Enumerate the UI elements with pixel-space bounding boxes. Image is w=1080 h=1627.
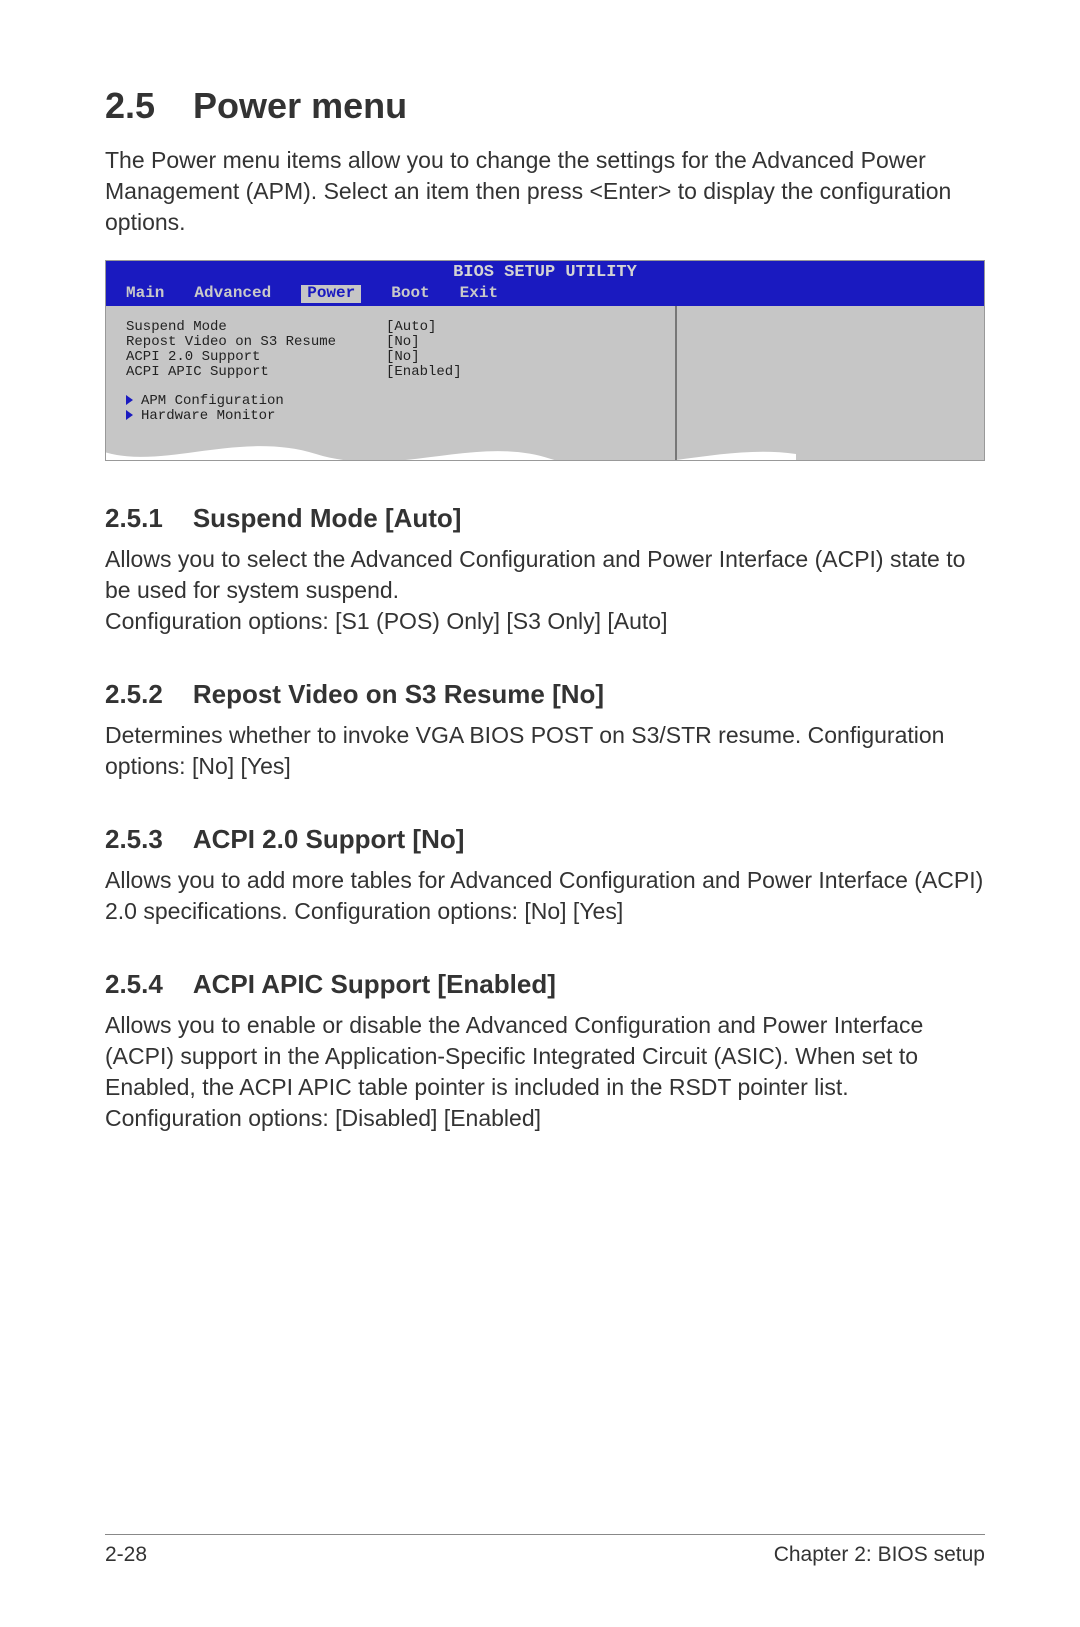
bios-tab-advanced[interactable]: Advanced [194, 285, 271, 303]
subsection-number: 2.5.1 [105, 503, 163, 534]
bios-row-label: ACPI 2.0 Support [126, 350, 386, 365]
subsection-body: Allows you to select the Advanced Config… [105, 544, 985, 637]
bios-tab-bar: Main Advanced Power Boot Exit [106, 281, 984, 306]
triangle-right-icon [126, 395, 133, 405]
bios-screenshot: BIOS SETUP UTILITY Main Advanced Power B… [105, 260, 985, 461]
triangle-right-icon [126, 410, 133, 420]
bios-row-label: Repost Video on S3 Resume [126, 335, 386, 350]
subsection-number: 2.5.2 [105, 679, 163, 710]
bios-left-pane: Suspend Mode [Auto] Repost Video on S3 R… [106, 306, 677, 460]
bios-tab-power[interactable]: Power [301, 285, 361, 303]
subsection-body: Determines whether to invoke VGA BIOS PO… [105, 720, 985, 782]
page-content: 2.5 Power menu The Power menu items allow… [0, 0, 1080, 1134]
bios-submenu-label: Hardware Monitor [141, 408, 275, 424]
bios-body: Suspend Mode [Auto] Repost Video on S3 R… [106, 306, 984, 460]
section-number: 2.5 [105, 85, 155, 127]
bios-row-acpi-apic[interactable]: ACPI APIC Support [Enabled] [126, 365, 665, 380]
subsection-title: ACPI 2.0 Support [No] [193, 824, 465, 854]
bios-row-suspend-mode[interactable]: Suspend Mode [Auto] [126, 320, 665, 335]
bios-tab-exit[interactable]: Exit [460, 285, 498, 303]
bios-title: BIOS SETUP UTILITY [106, 261, 984, 281]
section-title: Power menu [193, 85, 407, 126]
bios-row-value: [No] [386, 350, 420, 365]
subsection-title: Repost Video on S3 Resume [No] [193, 679, 604, 709]
subsection-number: 2.5.3 [105, 824, 163, 855]
bios-row-value: [Auto] [386, 320, 436, 335]
subsection-heading: 2.5.4 ACPI APIC Support [Enabled] [105, 969, 985, 1000]
bios-submenu-apm[interactable]: APM Configuration [126, 394, 665, 409]
bios-submenu-label: APM Configuration [141, 393, 284, 409]
page-footer: 2-28 Chapter 2: BIOS setup [105, 1534, 985, 1567]
bios-row-value: [No] [386, 335, 420, 350]
intro-paragraph: The Power menu items allow you to change… [105, 145, 985, 238]
subsection-heading: 2.5.1 Suspend Mode [Auto] [105, 503, 985, 534]
subsection-heading: 2.5.2 Repost Video on S3 Resume [No] [105, 679, 985, 710]
bios-submenu-hwmonitor[interactable]: Hardware Monitor [126, 409, 665, 424]
page-number: 2-28 [105, 1543, 147, 1567]
chapter-label: Chapter 2: BIOS setup [774, 1543, 985, 1567]
subsection-number: 2.5.4 [105, 969, 163, 1000]
section-heading: 2.5 Power menu [105, 85, 985, 127]
bios-right-pane [677, 306, 984, 460]
bios-tab-main[interactable]: Main [126, 285, 164, 303]
bios-tab-boot[interactable]: Boot [391, 285, 429, 303]
bios-submenu-group: APM Configuration Hardware Monitor [126, 394, 665, 424]
bios-row-repost-video[interactable]: Repost Video on S3 Resume [No] [126, 335, 665, 350]
bios-row-acpi-20[interactable]: ACPI 2.0 Support [No] [126, 350, 665, 365]
subsection-body: Allows you to enable or disable the Adva… [105, 1010, 985, 1134]
subsection-heading: 2.5.3 ACPI 2.0 Support [No] [105, 824, 985, 855]
subsection-body: Allows you to add more tables for Advanc… [105, 865, 985, 927]
subsection-title: Suspend Mode [Auto] [193, 503, 462, 533]
bios-row-label: ACPI APIC Support [126, 365, 386, 380]
bios-row-label: Suspend Mode [126, 320, 386, 335]
bios-row-value: [Enabled] [386, 365, 462, 380]
subsection-title: ACPI APIC Support [Enabled] [193, 969, 556, 999]
